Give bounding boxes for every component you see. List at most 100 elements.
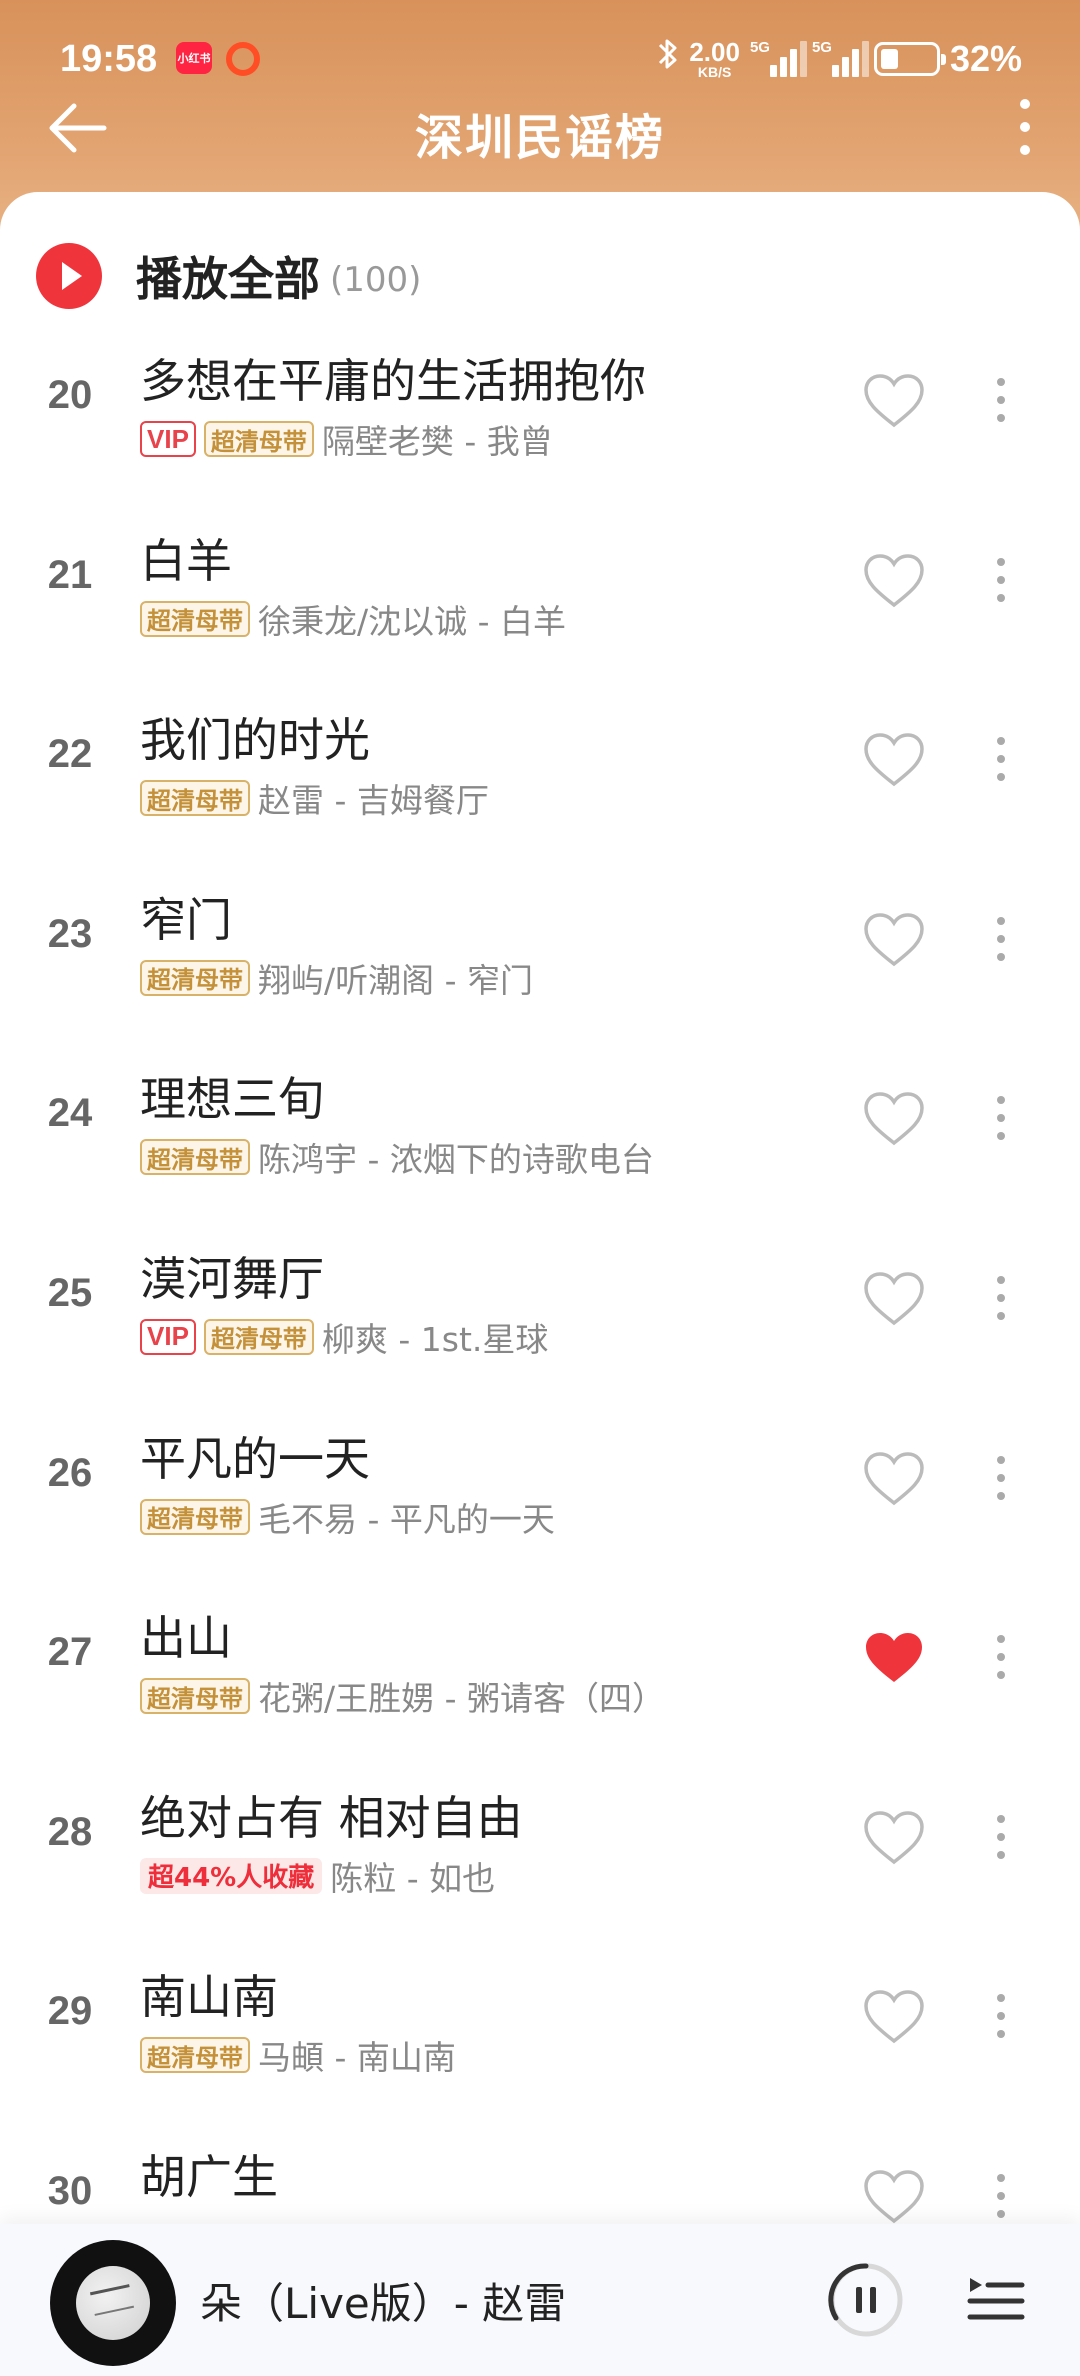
more-vertical-icon[interactable] — [986, 724, 1016, 794]
heart-icon[interactable] — [862, 1987, 926, 2047]
signal-network-label: 5G — [749, 38, 770, 56]
play-all-button[interactable]: 播放全部 (100) — [36, 236, 421, 316]
song-rank: 26 — [47, 1450, 93, 1495]
more-vertical-icon[interactable] — [986, 1443, 1016, 1513]
song-meta: 超清母带 毛不易 - 平凡的一天 — [140, 1493, 555, 1541]
song-artist-album: 毛不易 - 平凡的一天 — [258, 1499, 555, 1539]
song-artist-album: 陈粒 - 如也 — [330, 1858, 496, 1898]
play-all-count: (100) — [330, 260, 422, 300]
more-vertical-icon[interactable] — [986, 365, 1016, 435]
heart-icon[interactable] — [862, 1269, 926, 1329]
network-speed-unit: KB/S — [697, 63, 732, 80]
status-indicators: 2.00 KB/S 5G 5G 32% — [657, 36, 1022, 81]
pause-circle-icon[interactable] — [828, 2262, 904, 2338]
song-rank: 25 — [47, 1270, 93, 1315]
heart-icon[interactable] — [862, 371, 926, 431]
song-row[interactable]: 29 南山南超清母带 马頔 - 南山南 — [0, 1951, 1080, 2131]
notification-ring-icon — [226, 42, 260, 76]
vip-badge: VIP — [140, 1318, 196, 1355]
more-vertical-icon[interactable] — [1010, 92, 1040, 162]
song-artist-album: 花粥/王胜娚 - 粥请客（四） — [258, 1679, 666, 1719]
song-title: 窄门 — [140, 892, 232, 947]
song-artist-album: 徐秉龙/沈以诚 - 白羊 — [258, 601, 567, 641]
song-artist-album: 隔壁老樊 - 我曾 — [321, 422, 553, 461]
heart-icon[interactable] — [862, 730, 926, 790]
more-vertical-icon[interactable] — [986, 1263, 1016, 1333]
xiaohongshu-notification-icon: 小红书 — [176, 42, 212, 74]
hq-tag: 超清母带 — [140, 1498, 250, 1535]
song-title: 出山 — [140, 1611, 232, 1666]
song-meta: 超清母带 徐秉龙/沈以诚 - 白羊 — [140, 595, 566, 643]
vip-badge: VIP — [140, 421, 196, 457]
status-time: 19:58 — [60, 38, 158, 80]
song-meta: 超44%人收藏 陈粒 - 如也 — [140, 1852, 495, 1900]
song-title: 平凡的一天 — [140, 1431, 370, 1486]
song-rank: 21 — [47, 552, 93, 597]
song-row[interactable]: 24 理想三旬超清母带 陈鸿宇 - 浓烟下的诗歌电台 — [0, 1053, 1080, 1233]
hq-tag: 超清母带 — [140, 2037, 250, 2074]
song-rank: 30 — [47, 2168, 93, 2213]
more-vertical-icon[interactable] — [986, 1802, 1016, 1872]
song-artist-album: 赵雷 - 吉姆餐厅 — [258, 781, 489, 821]
song-title: 胡广生 — [140, 2149, 278, 2204]
song-artist-album: 陈鸿宇 - 浓烟下的诗歌电台 — [258, 1140, 654, 1180]
network-speed: 2.00 KB/S — [689, 39, 740, 79]
heart-icon[interactable] — [862, 2167, 926, 2227]
song-rank: 27 — [47, 1630, 93, 1675]
song-meta: 超清母带 赵雷 - 吉姆餐厅 — [140, 774, 489, 822]
song-rank: 29 — [47, 1989, 93, 2034]
song-meta: VIP 超清母带 隔壁老樊 - 我曾 — [140, 415, 553, 463]
song-rank: 23 — [47, 911, 93, 956]
hq-tag: 超清母带 — [140, 959, 250, 996]
song-artist-album: 翔屿/听潮阁 - 窄门 — [258, 960, 534, 1000]
hq-tag: 超清母带 — [140, 1678, 250, 1715]
now-playing-text[interactable]: 朵（Live版）- 赵雷 — [200, 2270, 566, 2331]
album-disc-icon[interactable] — [50, 2240, 176, 2366]
song-rank: 24 — [47, 1091, 93, 1136]
more-vertical-icon[interactable] — [986, 1981, 1016, 2051]
song-title: 我们的时光 — [140, 713, 370, 768]
more-vertical-icon[interactable] — [986, 1622, 1016, 1692]
song-row[interactable]: 25 漠河舞厅 VIP 超清母带 柳爽 - 1st.星球 — [0, 1233, 1080, 1413]
heart-icon[interactable] — [862, 1808, 926, 1868]
network-speed-value: 2.00 — [689, 36, 740, 67]
song-row[interactable]: 23 窄门超清母带 翔屿/听潮阁 - 窄门 — [0, 874, 1080, 1054]
song-row[interactable]: 26 平凡的一天超清母带 毛不易 - 平凡的一天 — [0, 1413, 1080, 1593]
song-meta: 超清母带 花粥/王胜娚 - 粥请客（四） — [140, 1672, 665, 1720]
song-row[interactable]: 22 我们的时光超清母带 赵雷 - 吉姆餐厅 — [0, 694, 1080, 874]
song-rank: 22 — [47, 732, 93, 777]
song-meta: 超清母带 陈鸿宇 - 浓烟下的诗歌电台 — [140, 1133, 654, 1181]
heart-filled-icon[interactable] — [862, 1628, 926, 1688]
song-title: 理想三旬 — [140, 1072, 324, 1127]
more-vertical-icon[interactable] — [986, 2161, 1016, 2231]
signal-network-label-2: 5G — [811, 38, 832, 56]
song-title: 白羊 — [140, 533, 232, 588]
song-row[interactable]: 21 白羊超清母带 徐秉龙/沈以诚 - 白羊 — [0, 515, 1080, 695]
playlist-icon[interactable] — [966, 2268, 1026, 2328]
song-title: 南山南 — [140, 1970, 278, 2025]
heart-icon[interactable] — [862, 1449, 926, 1509]
song-list: 20 多想在平庸的生活拥抱你 VIP 超清母带 隔壁老樊 - 我曾 21 白羊 超清母带 徐秉龙… — [0, 335, 1080, 2311]
song-meta: 超清母带 翔屿/听潮阁 - 窄门 — [140, 954, 533, 1002]
navigation-bar: 深圳民谣榜 — [0, 88, 1080, 168]
heart-icon[interactable] — [862, 1089, 926, 1149]
battery-icon — [873, 41, 946, 76]
more-vertical-icon[interactable] — [986, 545, 1016, 615]
song-row[interactable]: 27 出山超清母带 花粥/王胜娚 - 粥请客（四） — [0, 1592, 1080, 1772]
signal-strength-icon-2: 5G — [811, 38, 869, 79]
song-row[interactable]: 28 绝对占有 相对自由 超44%人收藏 陈粒 - 如也 — [0, 1772, 1080, 1952]
song-row[interactable]: 20 多想在平庸的生活拥抱你 VIP 超清母带 隔壁老樊 - 我曾 — [0, 335, 1080, 515]
mini-player[interactable]: 朵（Live版）- 赵雷 — [0, 2224, 1080, 2376]
heart-icon[interactable] — [862, 910, 926, 970]
page-title: 深圳民谣榜 — [414, 110, 665, 166]
play-all-label: 播放全部 — [136, 252, 320, 306]
song-artist-album: 马頔 - 南山南 — [258, 2038, 456, 2078]
hq-tag: 超清母带 — [140, 600, 250, 637]
song-meta: VIP 超清母带 柳爽 - 1st.星球 — [140, 1313, 548, 1361]
more-vertical-icon[interactable] — [986, 904, 1016, 974]
heart-icon[interactable] — [862, 551, 926, 611]
more-vertical-icon[interactable] — [986, 1083, 1016, 1153]
hq-tag: 超清母带 — [140, 1139, 250, 1176]
hq-tag: 超清母带 — [203, 421, 314, 457]
popularity-tag: 超44%人收藏 — [140, 1857, 323, 1894]
